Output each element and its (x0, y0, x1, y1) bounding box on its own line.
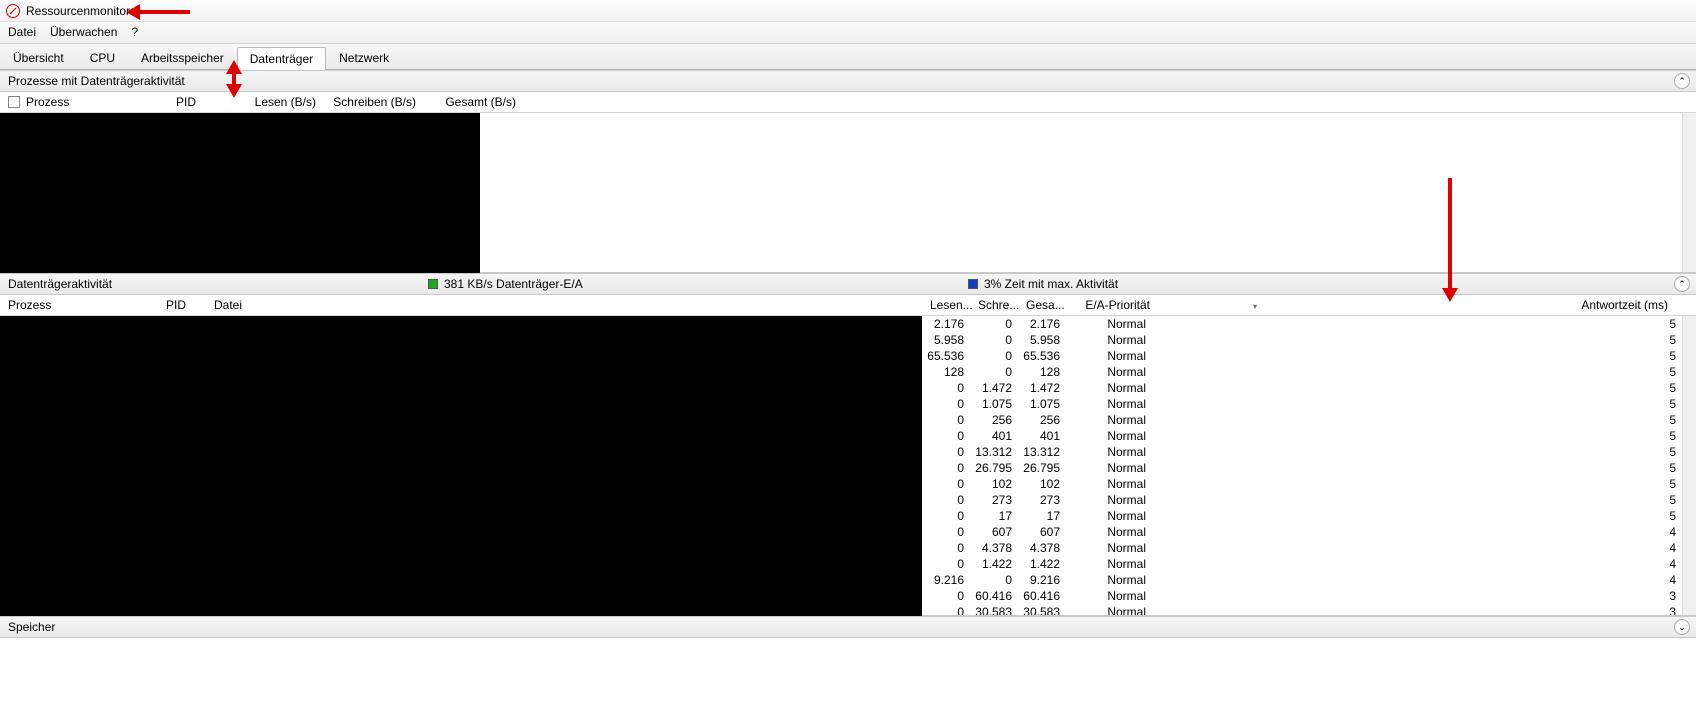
busy-label: 3% Zeit mit max. Aktivität (984, 277, 1118, 291)
disk-busy-metric: 3% Zeit mit max. Aktivität (968, 277, 1118, 291)
io-indicator-icon (428, 279, 438, 289)
tab-memory[interactable]: Arbeitsspeicher (128, 46, 237, 69)
expand-icon[interactable]: ⌄ (1674, 619, 1690, 635)
table-row[interactable]: 2.17602.176Normal5 (922, 316, 1682, 332)
table-row[interactable]: 01.4721.472Normal5 (922, 380, 1682, 396)
io-label: 381 KB/s Datenträger-E/A (444, 277, 583, 291)
table-row[interactable]: 65.536065.536Normal5 (922, 348, 1682, 364)
col-sort-indicator: ▾ (1160, 298, 1360, 312)
menu-monitor[interactable]: Überwachen (50, 25, 117, 39)
panel-processes-title: Prozesse mit Datenträgeraktivität (8, 74, 185, 88)
table-row[interactable]: 0102102Normal5 (922, 476, 1682, 492)
col-total[interactable]: Gesa... (1026, 298, 1074, 312)
busy-indicator-icon (968, 279, 978, 289)
table-row[interactable]: 04.3784.378Normal4 (922, 540, 1682, 556)
table-row[interactable]: 0401401Normal5 (922, 428, 1682, 444)
processes-body (0, 113, 1696, 273)
table-row[interactable]: 030.58330.583Normal3 (922, 604, 1682, 615)
table-row[interactable]: 5.95805.958Normal5 (922, 332, 1682, 348)
table-row[interactable]: 01.4221.422Normal4 (922, 556, 1682, 572)
table-row[interactable]: 060.41660.416Normal3 (922, 588, 1682, 604)
disk-io-metric: 381 KB/s Datenträger-E/A (428, 277, 968, 291)
tab-cpu[interactable]: CPU (77, 46, 128, 69)
menubar: Datei Überwachen ? (0, 22, 1696, 44)
scrollbar[interactable] (1682, 316, 1696, 615)
redacted-process-file-list (0, 316, 922, 616)
panel-storage-title: Speicher (8, 620, 55, 634)
select-all-checkbox[interactable] (8, 96, 20, 108)
window-title: Ressourcenmonitor (26, 4, 130, 18)
window-titlebar: Ressourcenmonitor (0, 0, 1696, 22)
table-row[interactable]: 026.79526.795Normal5 (922, 460, 1682, 476)
panel-diskactivity-header[interactable]: Datenträgeraktivität 381 KB/s Datenträge… (0, 273, 1696, 295)
col-process[interactable]: Prozess (8, 298, 166, 312)
redacted-process-list (0, 113, 480, 273)
col-pid[interactable]: PID (176, 95, 236, 109)
col-file[interactable]: Datei (214, 298, 930, 312)
col-priority[interactable]: E/A-Priorität (1074, 298, 1160, 312)
table-row[interactable]: 01717Normal5 (922, 508, 1682, 524)
tab-overview[interactable]: Übersicht (0, 46, 77, 69)
col-response[interactable]: Antwortzeit (ms) (1360, 298, 1696, 312)
table-row[interactable]: 9.21609.216Normal4 (922, 572, 1682, 588)
diskactivity-data-columns: 2.17602.176Normal55.95805.958Normal565.5… (922, 316, 1682, 615)
col-write[interactable]: Schreiben (B/s) (316, 95, 416, 109)
collapse-icon[interactable]: ⌃ (1674, 73, 1690, 89)
table-row[interactable]: 0256256Normal5 (922, 412, 1682, 428)
col-pid[interactable]: PID (166, 298, 214, 312)
processes-empty-area (480, 113, 1682, 272)
diskactivity-body: 2.17602.176Normal55.95805.958Normal565.5… (0, 316, 1696, 616)
table-row[interactable]: 1280128Normal5 (922, 364, 1682, 380)
table-row[interactable]: 0273273Normal5 (922, 492, 1682, 508)
menu-file[interactable]: Datei (8, 25, 36, 39)
tab-network[interactable]: Netzwerk (326, 46, 402, 69)
table-row[interactable]: 0607607Normal4 (922, 524, 1682, 540)
table-row[interactable]: 01.0751.075Normal5 (922, 396, 1682, 412)
tab-strip: Übersicht CPU Arbeitsspeicher Datenträge… (0, 44, 1696, 70)
processes-column-headers: Prozess PID Lesen (B/s) Schreiben (B/s) … (0, 92, 1696, 113)
col-process[interactable]: Prozess (26, 95, 176, 109)
tab-disk[interactable]: Datenträger (237, 47, 326, 70)
panel-processes-header[interactable]: Prozesse mit Datenträgeraktivität ⌃ (0, 70, 1696, 92)
app-icon (6, 4, 20, 18)
collapse-icon[interactable]: ⌃ (1674, 276, 1690, 292)
scrollbar[interactable] (1682, 113, 1696, 272)
menu-help[interactable]: ? (131, 25, 138, 39)
diskactivity-column-headers: Prozess PID Datei Lesen... Schre... Gesa… (0, 295, 1696, 316)
col-write[interactable]: Schre... (978, 298, 1026, 312)
table-row[interactable]: 013.31213.312Normal5 (922, 444, 1682, 460)
col-read[interactable]: Lesen... (930, 298, 978, 312)
panel-diskactivity-title: Datenträgeraktivität (8, 277, 428, 291)
panel-storage-header[interactable]: Speicher ⌄ (0, 616, 1696, 638)
col-total[interactable]: Gesamt (B/s) (416, 95, 516, 109)
col-read[interactable]: Lesen (B/s) (236, 95, 316, 109)
